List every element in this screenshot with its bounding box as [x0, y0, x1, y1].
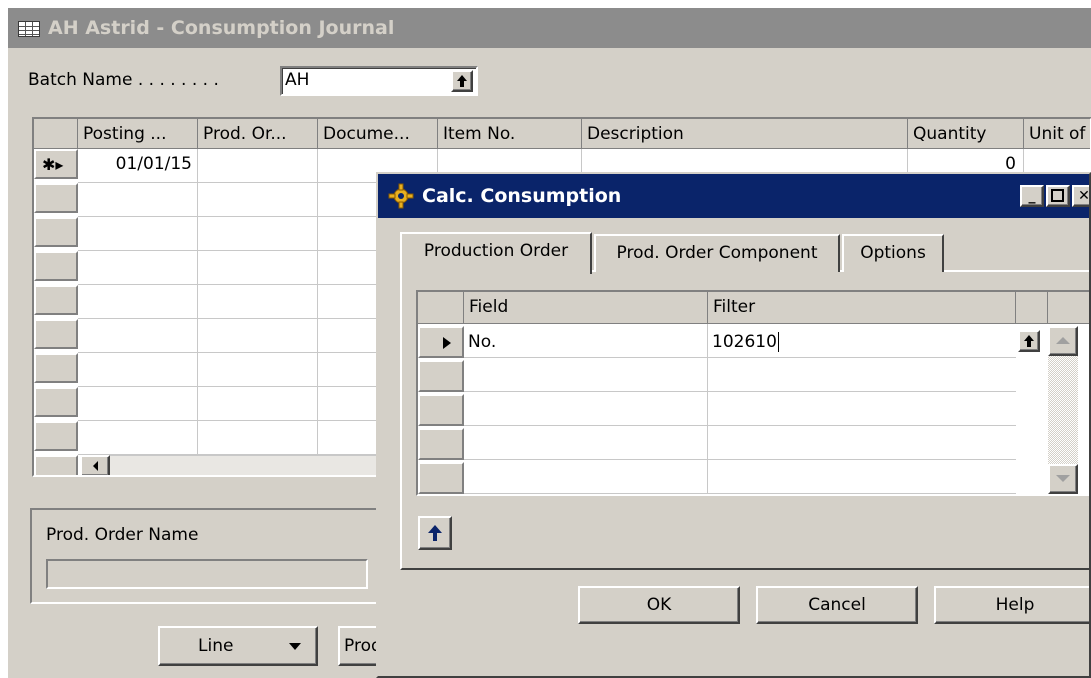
close-icon: ✕: [1078, 188, 1090, 204]
column-header-unit-of[interactable]: Unit of: [1024, 119, 1090, 149]
grid-corner: [34, 119, 78, 149]
dialog-title-bar: Calc. Consumption: [378, 174, 1089, 218]
close-button[interactable]: ✕: [1072, 185, 1090, 207]
column-header-prod-order[interactable]: Prod. Or...: [198, 119, 318, 149]
lookup-arrow-icon: [457, 75, 467, 87]
batch-name-input[interactable]: AH: [280, 66, 478, 96]
row-selector[interactable]: [34, 217, 78, 247]
row-selector[interactable]: [418, 462, 464, 494]
filter-field-cell[interactable]: No.: [468, 326, 704, 358]
cancel-button[interactable]: Cancel: [756, 586, 918, 624]
scroll-up-button[interactable]: [1048, 326, 1078, 356]
row-selector[interactable]: [418, 360, 464, 392]
row-selector[interactable]: [34, 285, 78, 315]
posting-date-cell[interactable]: 01/01/15: [78, 149, 192, 179]
scroll-left-icon: [93, 461, 98, 471]
scrollbar-corner: [34, 455, 78, 475]
row-selector[interactable]: [34, 251, 78, 281]
batch-name-value: AH: [285, 70, 310, 90]
column-header-field[interactable]: Field: [464, 292, 708, 324]
new-row-icon: ✱▸: [42, 155, 64, 174]
column-header-quantity[interactable]: Quantity: [908, 119, 1024, 149]
help-button[interactable]: Help: [934, 586, 1089, 624]
row-selector[interactable]: [34, 319, 78, 349]
column-header-description[interactable]: Description: [582, 119, 908, 149]
ok-button[interactable]: OK: [578, 586, 740, 624]
scroll-down-icon: [1056, 475, 1070, 482]
lookup-arrow-icon: [428, 525, 442, 541]
scroll-left-button[interactable]: [80, 455, 110, 475]
tab-production-order[interactable]: Production Order: [400, 232, 592, 274]
line-button-label: Line: [198, 636, 234, 656]
tab-prod-order-component[interactable]: Prod. Order Component: [594, 234, 840, 272]
filter-lookup-button[interactable]: [1018, 330, 1040, 352]
column-divider: [197, 149, 198, 455]
row-selector[interactable]: [34, 183, 78, 213]
column-header-blank: [1016, 292, 1048, 324]
batch-name-label: Batch Name . . . . . . . .: [28, 70, 219, 90]
maximize-button[interactable]: [1046, 185, 1070, 207]
gear-icon: [388, 183, 414, 209]
row-selector[interactable]: [418, 428, 464, 460]
scroll-down-button[interactable]: [1048, 464, 1078, 494]
text-cursor: [777, 332, 779, 352]
lookup-arrow-icon: [1024, 335, 1034, 347]
calc-consumption-dialog: Calc. Consumption _ ✕ Production Order P…: [376, 172, 1091, 678]
prod-order-name-label: Prod. Order Name: [46, 525, 199, 545]
filter-grid-corner: [418, 292, 464, 324]
column-divider: [707, 324, 708, 494]
main-title-bar: AH Astrid - Consumption Journal: [8, 8, 1091, 48]
column-header-posting[interactable]: Posting ...: [78, 119, 198, 149]
row-selector[interactable]: [418, 394, 464, 426]
row-selector[interactable]: [34, 421, 78, 451]
row-selector[interactable]: [34, 353, 78, 383]
row-pointer-icon: [443, 337, 451, 349]
tab-options[interactable]: Options: [842, 234, 944, 272]
maximize-icon: [1051, 189, 1064, 202]
column-header-item-no[interactable]: Item No.: [438, 119, 582, 149]
prod-order-name-field: [46, 559, 368, 589]
column-divider: [317, 149, 318, 455]
table-icon: [18, 21, 40, 37]
column-header-filter[interactable]: Filter: [708, 292, 1016, 324]
scroll-up-icon: [1056, 337, 1070, 344]
minimize-button[interactable]: _: [1020, 185, 1044, 207]
batch-lookup-button[interactable]: [451, 70, 473, 92]
main-window-title: AH Astrid - Consumption Journal: [48, 17, 395, 39]
column-header-document[interactable]: Docume...: [318, 119, 438, 149]
column-header-blank: [1048, 292, 1089, 324]
row-selector-current[interactable]: [418, 326, 464, 358]
line-menu-button[interactable]: Line: [158, 626, 318, 666]
minimize-icon: _: [1028, 188, 1036, 204]
row-selector[interactable]: [34, 387, 78, 417]
filter-value-cell[interactable]: 102610: [712, 326, 1012, 358]
dropdown-arrow-icon: [289, 643, 301, 650]
row-selector-new[interactable]: ✱▸: [34, 149, 78, 179]
lookup-button[interactable]: [418, 516, 452, 550]
filter-value-text: 102610: [712, 332, 777, 352]
dialog-title: Calc. Consumption: [422, 185, 622, 207]
filter-grid: Field Filter No. 102610: [416, 290, 1089, 496]
